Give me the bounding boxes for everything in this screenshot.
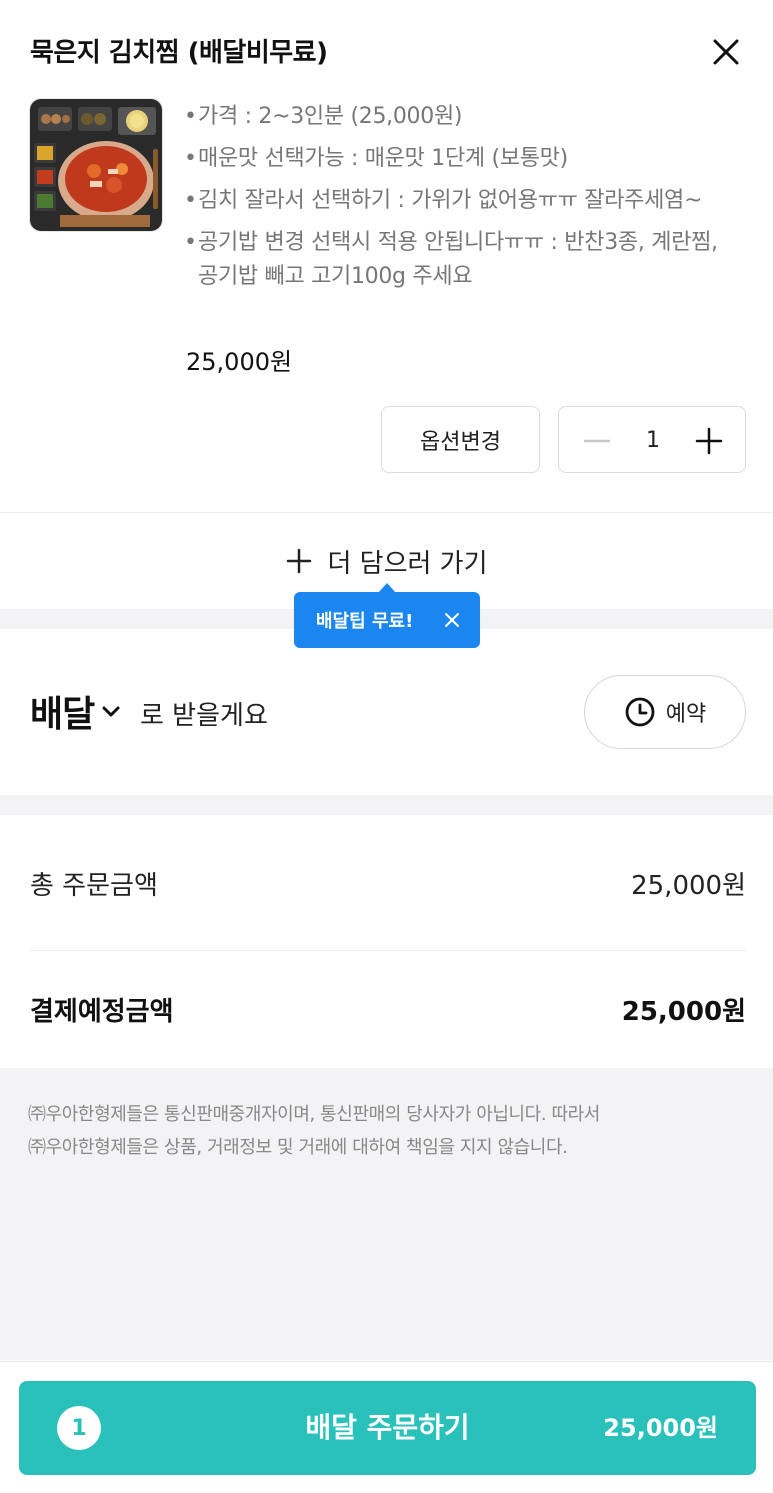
option-change-button[interactable]: 옵션변경 xyxy=(381,406,540,473)
reserve-button[interactable]: 예약 xyxy=(584,675,746,749)
legal-notice: ㈜우아한형제들은 통신판매중개자이며, 통신판매의 당사자가 아닙니다. 따라서… xyxy=(0,1068,773,1360)
clock-icon xyxy=(625,697,655,727)
food-image xyxy=(30,99,162,231)
food-thumbnail xyxy=(29,98,163,232)
option-line: 매운맛 선택가능 : 매운맛 1단계 (보통맛) xyxy=(184,142,744,176)
price-summary: 총 주문금액 25,000원 결제예정금액 25,000원 xyxy=(0,815,773,1068)
delivery-mode-selector[interactable]: 배달 xyxy=(30,685,122,737)
payment-amount-label: 결제예정금액 xyxy=(30,997,174,1027)
delivery-suffix: 로 받을게요 xyxy=(140,701,268,731)
plus-icon xyxy=(287,548,312,574)
plus-icon[interactable] xyxy=(689,421,729,461)
legal-notice-text: ㈜우아한형제들은 통신판매중개자이며, 통신판매의 당사자가 아닙니다. 따라서… xyxy=(28,1098,748,1164)
item-title: 묵은지 김치찜 (배달비무료) xyxy=(30,38,328,68)
order-footer: 1 배달 주문하기 25,000원 xyxy=(0,1361,773,1493)
option-line: 김치 잘라서 선택하기 : 가위가 없어용ㅠㅠ 잘라주세염~ xyxy=(184,184,744,218)
delivery-tip-tooltip: 배달팁 무료! xyxy=(294,583,480,648)
quantity-value: 1 xyxy=(646,428,660,453)
item-price: 25,000원 xyxy=(186,348,293,376)
close-button[interactable] xyxy=(704,30,748,74)
quantity-stepper: 1 xyxy=(558,406,746,473)
divider xyxy=(30,950,746,951)
option-line: 공기밥 변경 선택시 적용 안됩니다ㅠㅠ : 반찬3종, 계란찜, 공기밥 빼고… xyxy=(184,226,744,294)
order-button[interactable]: 1 배달 주문하기 25,000원 xyxy=(19,1381,756,1475)
notice-line: ㈜우아한형제들은 상품, 거래정보 및 거래에 대하여 책임을 지지 않습니다. xyxy=(28,1137,568,1158)
cart-item: 묵은지 김치찜 (배달비무료) 가격 : 2~3인분 (25,00 xyxy=(0,0,773,512)
notice-line: ㈜우아한형제들은 통신판매중개자이며, 통신판매의 당사자가 아닙니다. 따라서 xyxy=(28,1104,600,1125)
payment-amount-row: 결제예정금액 25,000원 xyxy=(30,991,746,1028)
delivery-mode-label: 배달 xyxy=(30,694,95,735)
chevron-down-icon xyxy=(102,706,120,717)
order-button-price: 25,000원 xyxy=(603,1414,718,1442)
tooltip-text: 배달팁 무료! xyxy=(316,611,414,632)
close-icon xyxy=(713,39,739,65)
option-line: 가격 : 2~3인분 (25,000원) xyxy=(184,100,744,134)
close-icon[interactable] xyxy=(442,610,462,630)
payment-amount-value: 25,000원 xyxy=(621,997,746,1027)
section-gap xyxy=(0,795,773,815)
total-amount-row: 총 주문금액 25,000원 xyxy=(30,865,746,902)
option-list: 가격 : 2~3인분 (25,000원) 매운맛 선택가능 : 매운맛 1단계 … xyxy=(184,100,744,302)
total-amount-label: 총 주문금액 xyxy=(30,871,158,901)
minus-icon[interactable] xyxy=(577,421,617,461)
add-more-button[interactable]: 더 담으러 가기 xyxy=(0,541,773,581)
add-more-label: 더 담으러 가기 xyxy=(327,548,488,579)
reserve-label: 예약 xyxy=(665,702,707,727)
total-amount-value: 25,000원 xyxy=(631,871,746,901)
